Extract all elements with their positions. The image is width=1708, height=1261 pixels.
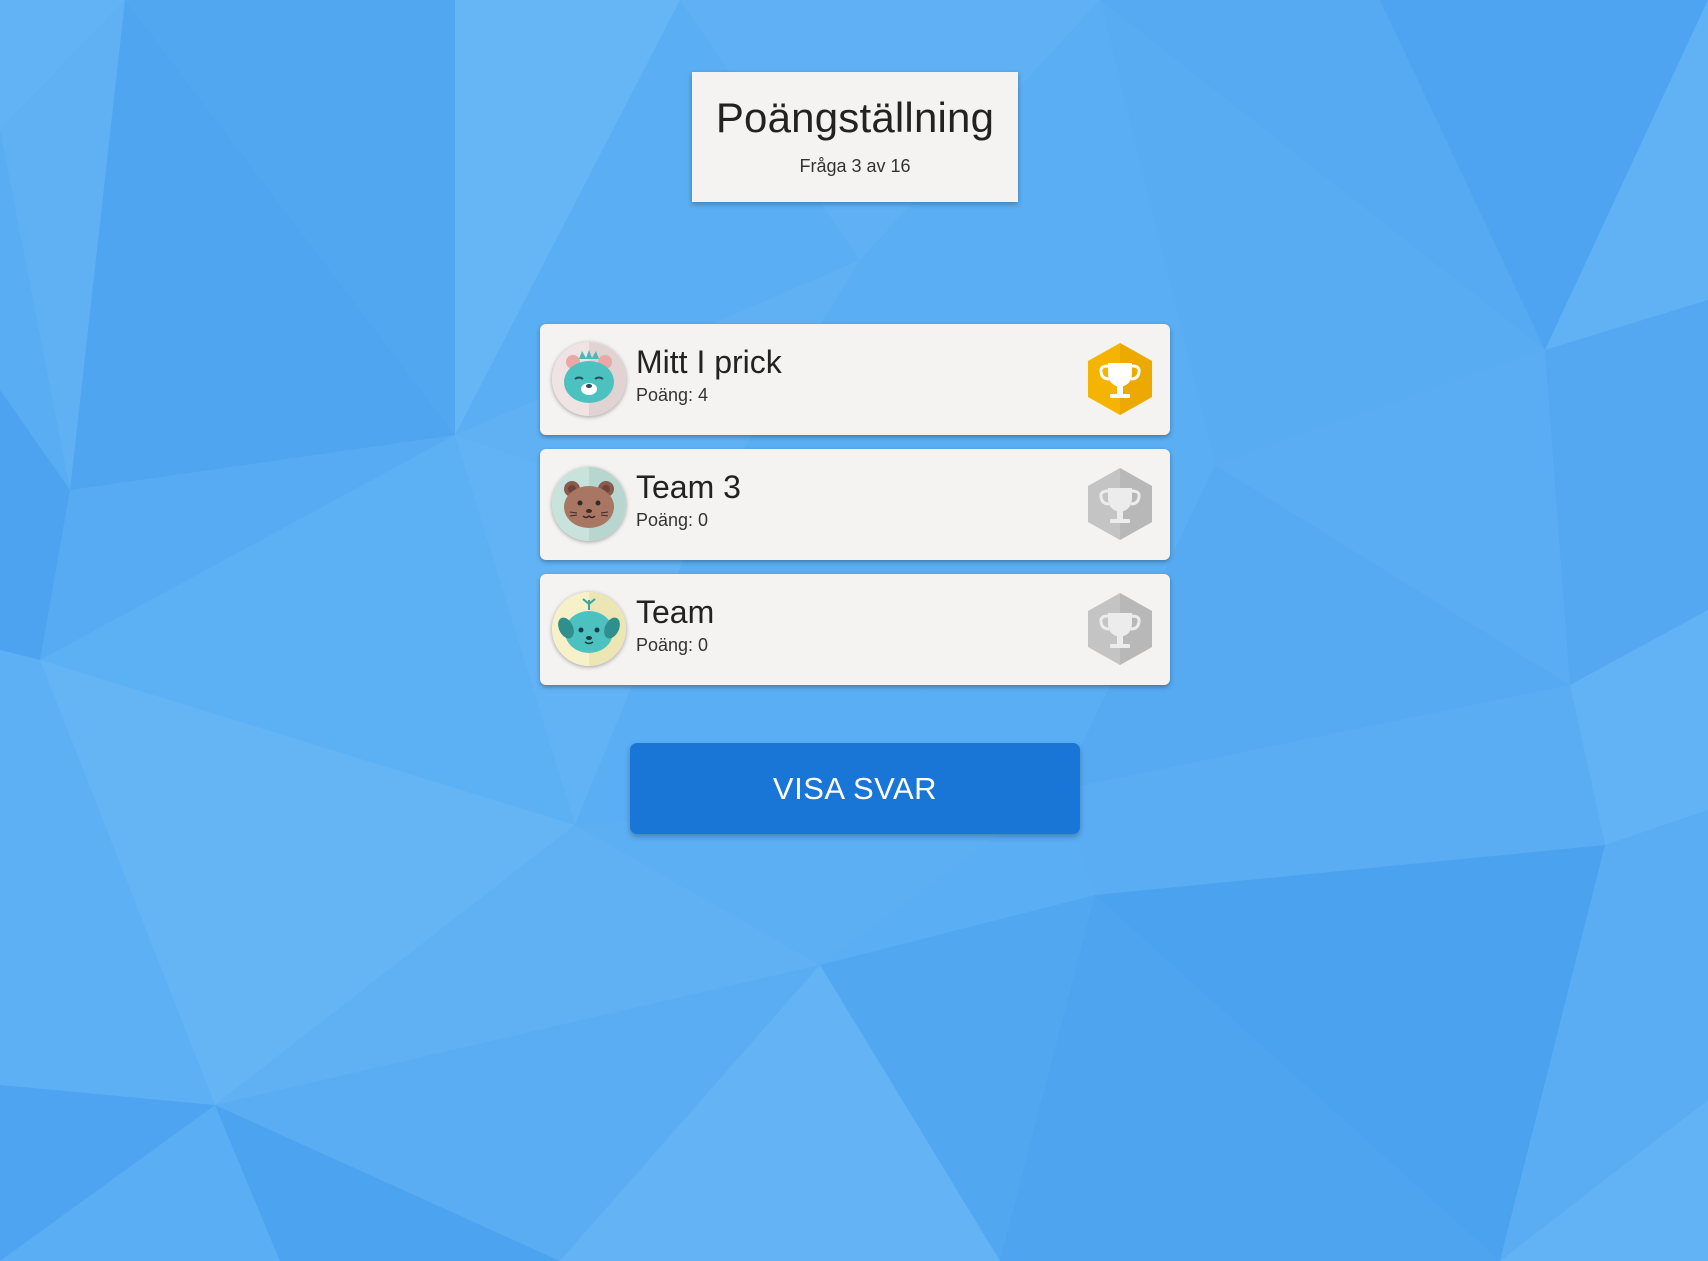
question-progress: Fråga 3 av 16 — [799, 156, 911, 176]
team-points: Poäng: 0 — [636, 635, 709, 655]
page-title: Poängställning — [715, 94, 995, 141]
team-points: Poäng: 0 — [636, 510, 709, 530]
team-card[interactable]: Team Poäng: 0 — [540, 574, 1170, 685]
teal-puppy-icon — [552, 592, 626, 666]
team-card[interactable]: Team 3 Poäng: 0 — [540, 449, 1170, 560]
brown-bear-icon — [552, 467, 626, 541]
team-name: Team — [636, 594, 715, 630]
show-answer-button[interactable]: VISA SVAR — [630, 743, 1080, 834]
grey-trophy-icon — [1088, 593, 1152, 665]
gold-trophy-icon — [1088, 343, 1152, 415]
team-list: Mitt I prick Poäng: 4 Team 3 Poäng: 0 Te… — [540, 324, 1170, 699]
team-points: Poäng: 4 — [636, 385, 709, 405]
team-name: Team 3 — [636, 469, 741, 505]
team-card[interactable]: Mitt I prick Poäng: 4 — [540, 324, 1170, 435]
team-name: Mitt I prick — [636, 344, 782, 380]
scoreboard-header: Poängställning Fråga 3 av 16 — [692, 72, 1018, 202]
grey-trophy-icon — [1088, 468, 1152, 540]
teal-bear-icon — [552, 342, 626, 416]
